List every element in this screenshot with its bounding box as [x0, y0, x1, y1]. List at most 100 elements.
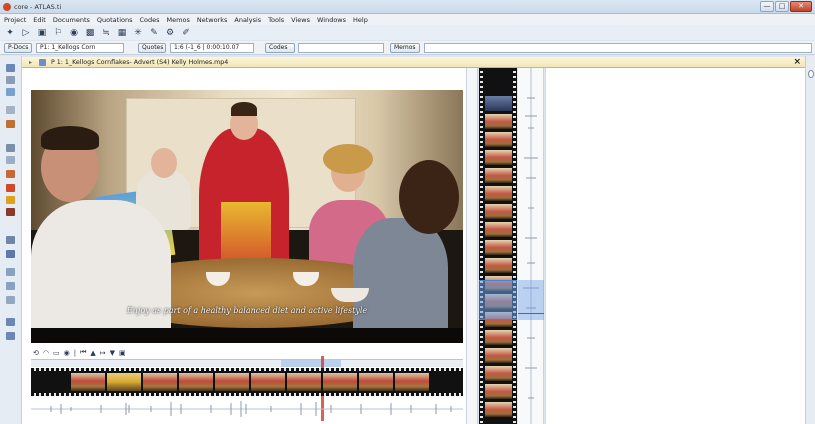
new-project-icon[interactable]: ✦: [5, 28, 15, 38]
edit-tool-icon[interactable]: [6, 268, 15, 276]
vertical-frame: [485, 402, 512, 417]
title-bar: core - ATLAS.ti — □ ✕: [0, 0, 815, 14]
filmstrip-frame: [359, 373, 393, 391]
film-perforation-top: [31, 368, 463, 371]
settings-icon[interactable]: ⚙: [165, 28, 175, 38]
zoom-out-icon[interactable]: [6, 332, 15, 340]
record-tool-icon[interactable]: [6, 184, 15, 192]
quote-tool-icon[interactable]: [6, 88, 15, 96]
code-cooccurrence-icon[interactable]: ▦: [117, 28, 127, 38]
zoom-in-timeline-icon[interactable]: ▲: [90, 349, 95, 357]
close-window-button[interactable]: ✕: [790, 1, 812, 12]
menu-documents[interactable]: Documents: [53, 16, 90, 24]
video-person-hair: [231, 102, 257, 116]
vertical-perforation-left: [480, 68, 483, 424]
fullscreen-icon[interactable]: ▣: [119, 349, 126, 357]
tree-tool-icon[interactable]: [6, 156, 15, 164]
brush-icon[interactable]: ✐: [181, 28, 191, 38]
vertical-frame: [485, 348, 512, 363]
flag-tool-icon[interactable]: [6, 170, 15, 178]
vertical-waveform[interactable]: [518, 68, 544, 424]
window-tool-icon[interactable]: [6, 236, 15, 244]
network-icon[interactable]: ✳: [133, 28, 143, 38]
panel-tool-icon[interactable]: [6, 250, 15, 258]
filmstrip-frames: [71, 373, 429, 391]
pen-icon[interactable]: ✎: [149, 28, 159, 38]
vertical-frame: [485, 258, 512, 273]
save-icon[interactable]: ▣: [37, 28, 47, 38]
right-scrollbar[interactable]: [805, 56, 815, 424]
vertical-frame: [485, 168, 512, 183]
quotation-range-highlight[interactable]: [479, 280, 517, 320]
scroll-knob[interactable]: [808, 70, 814, 78]
loop-icon[interactable]: ⟲: [33, 349, 39, 357]
link-tool-icon[interactable]: [6, 282, 15, 290]
import-document-icon[interactable]: ⚐: [53, 28, 63, 38]
waveform-position-line: [518, 313, 544, 314]
menu-help[interactable]: Help: [353, 16, 368, 24]
vertical-frame: [485, 96, 512, 111]
menu-views[interactable]: Views: [291, 16, 310, 24]
memo-tool-icon[interactable]: [6, 120, 15, 128]
headphones-icon[interactable]: ◠: [43, 349, 49, 357]
menu-project[interactable]: Project: [4, 16, 26, 24]
code-tool-icon[interactable]: [6, 106, 15, 114]
playback-controls: ⟲ ◠ ▭ ◉ | ⏮ ▲ ↦ ▼ ▣: [31, 347, 463, 358]
timeline-ruler[interactable]: [31, 356, 463, 421]
menu-tools[interactable]: Tools: [268, 16, 284, 24]
video-subtitle: Enjoy as part of a healthy balanced diet…: [126, 306, 368, 315]
menu-quotations[interactable]: Quotations: [97, 16, 133, 24]
vertical-frame: [485, 240, 512, 255]
menu-networks[interactable]: Networks: [197, 16, 228, 24]
menu-memos[interactable]: Memos: [167, 16, 190, 24]
menu-windows[interactable]: Windows: [317, 16, 346, 24]
documents-button[interactable]: P-Docs: [4, 43, 32, 53]
print-icon[interactable]: ▩: [85, 28, 95, 38]
left-tool-strip: [0, 56, 22, 424]
volume-icon[interactable]: ▭: [53, 349, 60, 357]
memos-button[interactable]: Memos: [390, 43, 420, 53]
snapshot-icon[interactable]: ◉: [64, 349, 70, 357]
margin-area[interactable]: [545, 68, 805, 424]
query-tool-icon[interactable]: ≒: [101, 28, 111, 38]
vertical-filmstrip[interactable]: [479, 68, 517, 424]
video-frame[interactable]: Enjoy as part of a healthy balanced diet…: [31, 90, 463, 343]
menu-analysis[interactable]: Analysis: [234, 16, 261, 24]
jump-icon[interactable]: ↦: [100, 349, 106, 357]
video-man-hair: [41, 126, 99, 150]
quote-select[interactable]: 1:6 (-1_6 | 0:00:10.07: [170, 43, 254, 53]
media-pane: Enjoy as part of a healthy balanced diet…: [22, 68, 466, 424]
minimize-button[interactable]: —: [760, 1, 774, 12]
memo-select[interactable]: [424, 43, 812, 53]
select-tool-icon[interactable]: [6, 64, 15, 72]
export-tool-icon[interactable]: [6, 296, 15, 304]
vertical-frame: [485, 114, 512, 129]
quotes-button[interactable]: Quotes: [138, 43, 166, 53]
open-project-icon[interactable]: ▷: [21, 28, 31, 38]
video-girl-hair: [323, 144, 373, 174]
dropdown-icon[interactable]: ▼: [110, 349, 115, 357]
filmstrip-frame: [179, 373, 213, 391]
menu-edit[interactable]: Edit: [33, 16, 46, 24]
codes-button[interactable]: Codes: [265, 43, 295, 53]
zoom-tool-icon[interactable]: [6, 76, 15, 84]
highlight-tool-icon[interactable]: [6, 196, 15, 204]
rewind-icon[interactable]: ⏮: [80, 348, 86, 357]
filmstrip-frame: [251, 373, 285, 391]
code-select[interactable]: [298, 43, 384, 53]
horizontal-filmstrip[interactable]: [31, 368, 463, 396]
search-icon[interactable]: [6, 318, 15, 326]
marker-tool-icon[interactable]: [6, 208, 15, 216]
menu-codes[interactable]: Codes: [140, 16, 160, 24]
close-document-button[interactable]: ×: [793, 57, 801, 67]
maximize-button[interactable]: □: [775, 1, 789, 12]
timeline-selection[interactable]: [281, 360, 341, 367]
menu-bar: Project Edit Documents Quotations Codes …: [0, 14, 815, 25]
waveform-highlight: [518, 280, 544, 320]
binoculars-icon[interactable]: ◉: [69, 28, 79, 38]
audio-waveform[interactable]: [31, 399, 463, 419]
document-tab[interactable]: ▸ P 1: 1_Kellogs Cornflakes- Advert (S4)…: [22, 57, 805, 68]
list-tool-icon[interactable]: [6, 144, 15, 152]
pin-icon[interactable]: ▸: [29, 59, 32, 66]
document-select[interactable]: P1: 1_Kellogs Corn: [36, 43, 124, 53]
